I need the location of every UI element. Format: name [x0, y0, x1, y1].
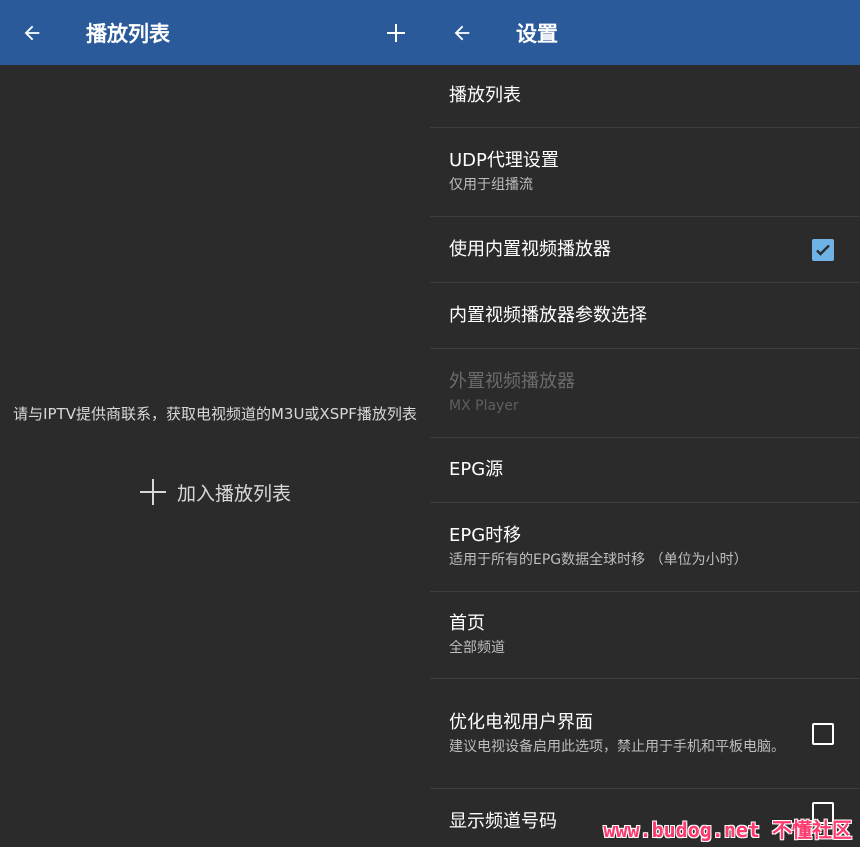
checkmark-icon [816, 244, 830, 256]
page-title: 播放列表 [86, 21, 170, 46]
setting-title: 播放列表 [449, 85, 521, 106]
back-button[interactable] [430, 0, 494, 65]
setting-title: 外置视频播放器 [449, 371, 575, 392]
setting-homepage[interactable]: 首页 全部频道 [430, 592, 860, 679]
playlist-screen: 播放列表 请与IPTV提供商联系，获取电视频道的M3U或XSPF播放列表 加入播… [0, 0, 430, 847]
settings-appbar: 设置 [430, 0, 860, 65]
setting-summary: 全部频道 [449, 640, 505, 656]
setting-summary: 建议电视设备启用此选项，禁止用于手机和平板电脑。 [449, 738, 785, 755]
tv-ui-checkbox[interactable] [812, 722, 834, 745]
add-button[interactable] [378, 0, 414, 65]
setting-playlist[interactable]: 播放列表 [430, 65, 860, 128]
playlist-appbar: 播放列表 [0, 0, 430, 65]
page-title: 设置 [516, 21, 558, 46]
setting-tv-ui[interactable]: 优化电视用户界面 建议电视设备启用此选项，禁止用于手机和平板电脑。 [430, 679, 860, 789]
setting-title: 使用内置视频播放器 [449, 238, 611, 260]
arrow-left-icon [24, 25, 40, 40]
setting-summary: MX Player [449, 398, 519, 414]
setting-title: EPG源 [449, 459, 504, 480]
setting-title: UDP代理设置 [449, 150, 559, 171]
watermark: www.budog.net 不懂社区 [603, 818, 852, 842]
plus-icon [387, 23, 405, 42]
setting-epg-timeshift[interactable]: EPG时移 适用于所有的EPG数据全球时移 （单位为小时） [430, 503, 860, 592]
settings-screen: 设置 播放列表 UDP代理设置 仅用于组播流 使用内置视频播放器 内置视频播放器… [430, 0, 860, 847]
builtin-player-checkbox[interactable] [812, 238, 834, 261]
plus-icon [139, 479, 166, 505]
setting-builtin-player[interactable]: 使用内置视频播放器 [430, 217, 860, 283]
arrow-left-icon [454, 25, 470, 40]
settings-list: 播放列表 UDP代理设置 仅用于组播流 使用内置视频播放器 内置视频播放器参数选… [430, 65, 860, 847]
setting-summary: 适用于所有的EPG数据全球时移 （单位为小时） [449, 552, 748, 568]
add-playlist-label: 加入播放列表 [176, 482, 291, 505]
setting-title: 优化电视用户界面 [449, 711, 593, 733]
setting-title: EPG时移 [449, 525, 522, 546]
setting-title: 内置视频播放器参数选择 [449, 304, 647, 326]
setting-external-player: 外置视频播放器 MX Player [430, 349, 860, 438]
add-playlist-button[interactable]: 加入播放列表 [0, 478, 430, 506]
setting-builtin-player-params[interactable]: 内置视频播放器参数选择 [430, 283, 860, 349]
setting-epg-source[interactable]: EPG源 [430, 438, 860, 503]
empty-state-message: 请与IPTV提供商联系，获取电视频道的M3U或XSPF播放列表 [13, 405, 417, 423]
setting-title: 首页 [449, 613, 485, 634]
setting-udp-proxy[interactable]: UDP代理设置 仅用于组播流 [430, 128, 860, 217]
setting-summary: 仅用于组播流 [449, 177, 533, 193]
back-button[interactable] [0, 0, 64, 65]
